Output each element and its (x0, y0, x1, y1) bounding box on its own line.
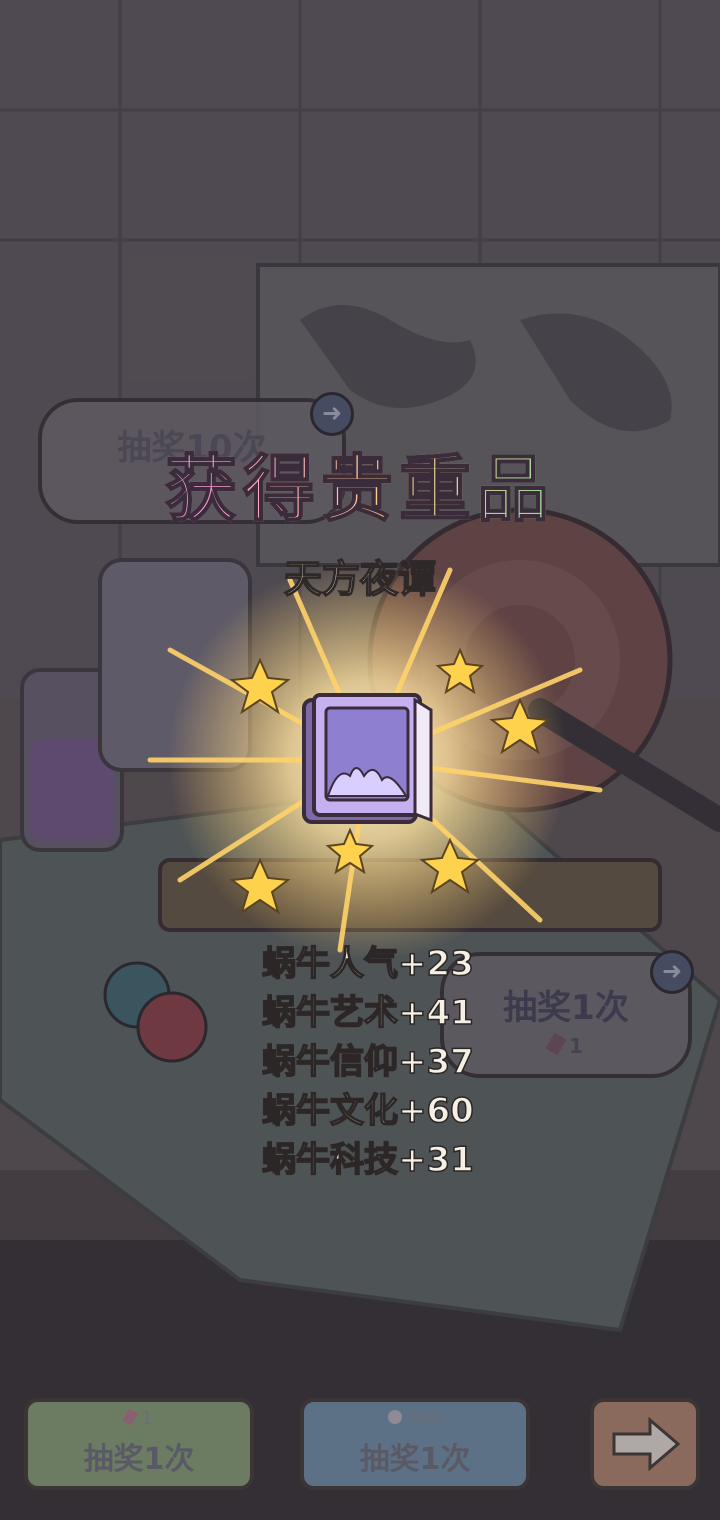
stat-popularity: 蜗牛人气+23 (261, 943, 474, 985)
arrow-right-icon-3 (612, 1416, 681, 1472)
reward-burst (147, 560, 603, 960)
reward-stats-list: 蜗牛人气+23 蜗牛艺术+41 蜗牛信仰+37 蜗牛文化+60 蜗牛科技+31 (261, 940, 474, 1185)
stat-faith: 蜗牛信仰+37 (261, 1041, 474, 1083)
stat-technology: 蜗牛科技+31 (261, 1139, 474, 1181)
coin-cost: 300 (407, 1408, 443, 1429)
draw-one-coin-button[interactable]: 300 抽奖1次 (300, 1398, 530, 1490)
stat-art: 蜗牛艺术+41 (261, 992, 474, 1034)
stat-culture: 蜗牛文化+60 (261, 1090, 474, 1132)
draw-one-ticket-button[interactable]: 1 抽奖1次 (24, 1398, 254, 1490)
coin-button-label: 抽奖1次 (359, 1442, 471, 1477)
ticket-cost: 1 (141, 1408, 153, 1429)
book-icon (302, 693, 433, 824)
snail-coin-icon (387, 1410, 402, 1424)
item-name: 天方夜谭 (283, 556, 437, 602)
next-button[interactable] (590, 1398, 700, 1490)
ticket-button-label: 抽奖1次 (83, 1442, 195, 1477)
ticket-icon-2 (122, 1408, 139, 1426)
game-scene: 抽奖10次 ➜ 抽奖1次 1 ➜ (0, 0, 720, 1520)
reward-title: 获得贵重品 (0, 430, 720, 535)
